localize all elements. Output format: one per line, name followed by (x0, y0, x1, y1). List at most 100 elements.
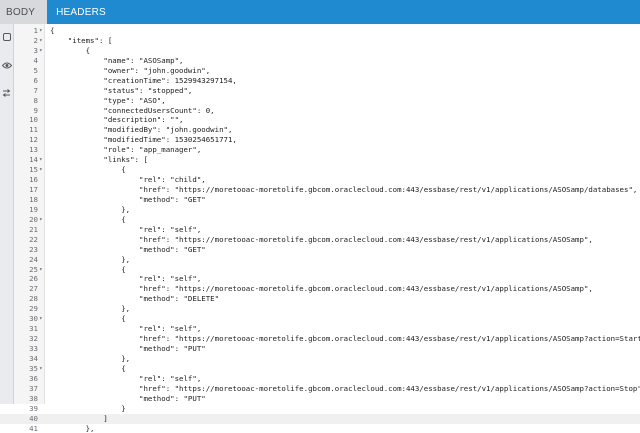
code-text: "method": "PUT" (50, 394, 206, 404)
code-text: "href": "https://moretooac-moretolife.gb… (50, 384, 640, 394)
code-line[interactable]: 25▾ { (0, 265, 640, 275)
line-number: 28 (14, 294, 38, 304)
line-number: 1 (14, 26, 38, 36)
code-line[interactable]: 37 "href": "https://moretooac-moretolife… (0, 384, 640, 394)
fold-arrow-icon[interactable]: ▾ (39, 265, 45, 275)
code-line[interactable]: 30▾ { (0, 314, 640, 324)
code-line[interactable]: 34 }, (0, 354, 640, 364)
code-line[interactable]: 3▾ { (0, 46, 640, 56)
code-text: "creationTime": 1529943297154, (50, 76, 237, 86)
code-line[interactable]: 18 "method": "GET" (0, 195, 640, 205)
code-line[interactable]: 11 "modifiedBy": "john.goodwin", (0, 125, 640, 135)
code-text: "href": "https://moretooac-moretolife.gb… (50, 235, 593, 245)
code-text: "links": [ (50, 155, 148, 165)
line-number: 18 (14, 195, 38, 205)
code-line[interactable]: 1▾{ (0, 26, 640, 36)
code-text: "method": "PUT" (50, 344, 206, 354)
code-line[interactable]: 39 } (0, 404, 640, 414)
line-number: 20 (14, 215, 38, 225)
line-number: 13 (14, 145, 38, 155)
fold-arrow-icon[interactable]: ▾ (39, 364, 45, 374)
code-text: ] (50, 414, 108, 424)
code-line[interactable]: 31 "rel": "self", (0, 324, 640, 334)
code-line[interactable]: 8 "type": "ASO", (0, 96, 640, 106)
code-line[interactable]: 29 }, (0, 304, 640, 314)
fold-arrow-icon[interactable]: ▾ (39, 165, 45, 175)
code-line[interactable]: 21 "rel": "self", (0, 225, 640, 235)
code-line[interactable]: 36 "rel": "self", (0, 374, 640, 384)
code-text: "modifiedTime": 1530254651771, (50, 135, 237, 145)
fold-arrow-icon[interactable]: ▾ (39, 46, 45, 56)
code-line[interactable]: 28 "method": "DELETE" (0, 294, 640, 304)
code-text: "href": "https://moretooac-moretolife.gb… (50, 284, 593, 294)
code-line[interactable]: 19 }, (0, 205, 640, 215)
code-line[interactable]: 41 }, (0, 424, 640, 433)
code-text: { (50, 265, 126, 275)
line-number: 21 (14, 225, 38, 235)
code-text: "method": "DELETE" (50, 294, 219, 304)
line-number: 24 (14, 255, 38, 265)
code-text: "name": "ASOSamp", (50, 56, 184, 66)
line-number: 23 (14, 245, 38, 255)
code-text: { (50, 46, 90, 56)
code-text: } (50, 404, 126, 414)
line-number: 32 (14, 334, 38, 344)
code-line[interactable]: 40 ] (0, 414, 640, 424)
code-text: "connectedUsersCount": 0, (50, 106, 215, 116)
line-number: 41 (14, 424, 38, 433)
code-line[interactable]: 24 }, (0, 255, 640, 265)
line-number: 34 (14, 354, 38, 364)
code-line[interactable]: 38 "method": "PUT" (0, 394, 640, 404)
line-number: 27 (14, 284, 38, 294)
line-number: 6 (14, 76, 38, 86)
json-code-editor[interactable]: 1▾{2▾ "items": [3▾ {4 "name": "ASOSamp",… (0, 26, 640, 433)
line-number: 40 (14, 414, 38, 424)
line-number: 10 (14, 115, 38, 125)
line-number: 29 (14, 304, 38, 314)
code-line[interactable]: 6 "creationTime": 1529943297154, (0, 76, 640, 86)
code-line[interactable]: 13 "role": "app_manager", (0, 145, 640, 155)
code-line[interactable]: 16 "rel": "child", (0, 175, 640, 185)
code-text: { (50, 215, 126, 225)
code-text: }, (50, 354, 130, 364)
line-number: 33 (14, 344, 38, 354)
code-line[interactable]: 7 "status": "stopped", (0, 86, 640, 96)
code-text: "rel": "self", (50, 274, 201, 284)
code-text: "modifiedBy": "john.goodwin", (50, 125, 232, 135)
code-text: "items": [ (50, 36, 112, 46)
code-line[interactable]: 35▾ { (0, 364, 640, 374)
code-line[interactable]: 23 "method": "GET" (0, 245, 640, 255)
code-line[interactable]: 17 "href": "https://moretooac-moretolife… (0, 185, 640, 195)
fold-arrow-icon[interactable]: ▾ (39, 36, 45, 46)
code-line[interactable]: 26 "rel": "self", (0, 274, 640, 284)
line-number: 38 (14, 394, 38, 404)
fold-arrow-icon[interactable]: ▾ (39, 215, 45, 225)
code-line[interactable]: 14▾ "links": [ (0, 155, 640, 165)
code-text: }, (50, 255, 130, 265)
code-line[interactable]: 10 "description": "", (0, 115, 640, 125)
line-number: 14 (14, 155, 38, 165)
tab-body[interactable]: BODY (0, 0, 47, 24)
fold-arrow-icon[interactable]: ▾ (39, 26, 45, 36)
code-line[interactable]: 12 "modifiedTime": 1530254651771, (0, 135, 640, 145)
line-number: 15 (14, 165, 38, 175)
code-line[interactable]: 9 "connectedUsersCount": 0, (0, 106, 640, 116)
code-text: { (50, 314, 126, 324)
tab-headers[interactable]: HEADERS (47, 0, 115, 24)
line-number: 25 (14, 265, 38, 275)
code-line[interactable]: 15▾ { (0, 165, 640, 175)
code-line[interactable]: 20▾ { (0, 215, 640, 225)
code-text: "type": "ASO", (50, 96, 166, 106)
fold-arrow-icon[interactable]: ▾ (39, 155, 45, 165)
fold-arrow-icon[interactable]: ▾ (39, 314, 45, 324)
code-text: "status": "stopped", (50, 86, 192, 96)
code-line[interactable]: 22 "href": "https://moretooac-moretolife… (0, 235, 640, 245)
code-line[interactable]: 33 "method": "PUT" (0, 344, 640, 354)
code-line[interactable]: 2▾ "items": [ (0, 36, 640, 46)
code-line[interactable]: 4 "name": "ASOSamp", (0, 56, 640, 66)
line-number: 17 (14, 185, 38, 195)
code-line[interactable]: 32 "href": "https://moretooac-moretolife… (0, 334, 640, 344)
code-text: { (50, 364, 126, 374)
code-line[interactable]: 5 "owner": "john.goodwin", (0, 66, 640, 76)
code-line[interactable]: 27 "href": "https://moretooac-moretolife… (0, 284, 640, 294)
